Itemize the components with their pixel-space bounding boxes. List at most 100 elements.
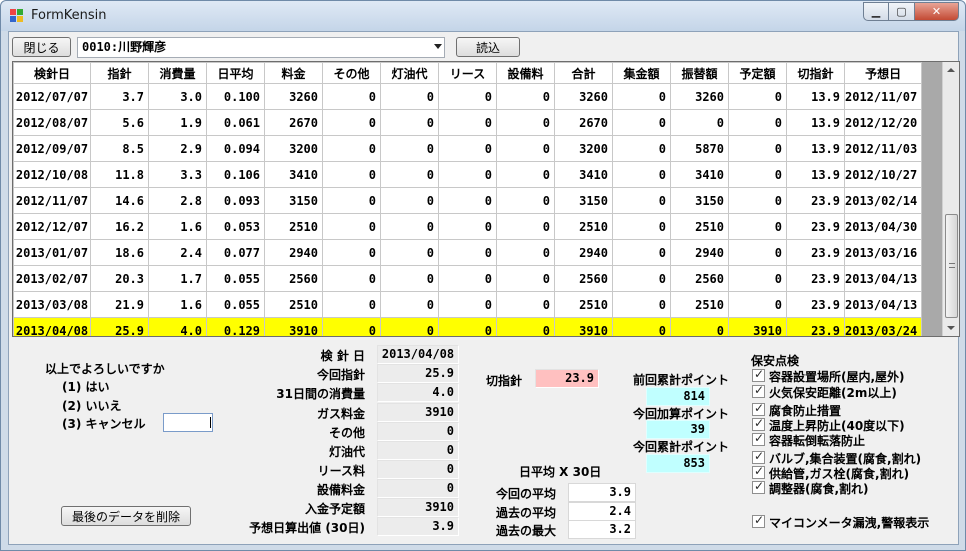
table-cell[interactable]: 23.9 [786,213,845,240]
table-cell[interactable]: 0 [670,109,729,136]
table-cell[interactable]: 2510 [670,291,729,318]
table-cell[interactable]: 0 [612,239,671,266]
table-cell[interactable]: 13.9 [786,109,845,136]
table-cell[interactable]: 0.106 [206,161,265,188]
table-cell[interactable]: 23.9 [786,265,845,292]
table-cell[interactable]: 0 [380,83,439,110]
safety-checkbox[interactable] [752,431,765,446]
vertical-scrollbar[interactable] [942,62,959,336]
table-cell[interactable]: 3410 [264,161,323,188]
table-cell[interactable]: 0 [380,291,439,318]
column-header[interactable]: 設備料 [496,62,555,84]
table-cell[interactable]: 3200 [264,135,323,162]
table-cell[interactable]: 21.9 [90,291,149,318]
table-cell[interactable]: 0 [322,239,381,266]
column-header[interactable]: 消費量 [148,62,207,84]
table-cell[interactable]: 0 [380,317,439,336]
table-cell[interactable]: 2013/04/08 [13,317,91,336]
table-cell[interactable]: 2013/04/13 [843,265,923,292]
table-cell[interactable]: 0.055 [206,265,265,292]
table-cell[interactable]: 2.8 [148,187,207,214]
table-cell[interactable]: 0 [438,83,497,110]
table-row[interactable]: 2013/04/08 25.9 4.0 0.129 3910 0 0 0 0 3910 0 0 3910… [13,317,923,336]
table-cell[interactable]: 2012/10/08 [13,161,91,188]
table-cell[interactable]: 0.093 [206,187,265,214]
table-cell[interactable]: 1.6 [148,213,207,240]
table-cell[interactable]: 3.3 [148,161,207,188]
table-cell[interactable]: 2560 [554,265,613,292]
table-cell[interactable]: 0 [438,109,497,136]
maximize-button[interactable]: ▢ [889,2,915,21]
table-cell[interactable]: 2510 [554,291,613,318]
table-row[interactable]: 2013/01/07 18.6 2.4 0.077 2940 0 0 0 0 2940 0 2940 0… [13,239,923,266]
table-cell[interactable]: 2560 [670,265,729,292]
table-cell[interactable]: 23.9 [786,239,845,266]
table-cell[interactable]: 0 [728,265,787,292]
table-row[interactable]: 2012/10/08 11.8 3.3 0.106 3410 0 0 0 0 3410 0 3410 0… [13,161,923,188]
table-cell[interactable]: 3150 [264,187,323,214]
column-header[interactable]: 検針日 [13,62,91,84]
table-cell[interactable]: 20.3 [90,265,149,292]
table-cell[interactable]: 0 [612,317,671,336]
safety-checkbox[interactable] [752,464,765,479]
table-cell[interactable]: 2013/03/08 [13,291,91,318]
safety-checkbox[interactable] [752,383,765,398]
table-cell[interactable]: 2013/04/30 [843,213,923,240]
column-header[interactable]: 予想日 [843,62,923,84]
table-cell[interactable]: 3910 [728,317,787,336]
table-cell[interactable]: 0 [612,161,671,188]
column-header[interactable]: 集金額 [612,62,671,84]
table-cell[interactable]: 2.4 [148,239,207,266]
table-cell[interactable]: 2560 [264,265,323,292]
table-row[interactable]: 2012/09/07 8.5 2.9 0.094 3200 0 0 0 0 3200 0 5870 0 1… [13,135,923,162]
table-cell[interactable]: 0 [322,187,381,214]
table-cell[interactable]: 0 [728,213,787,240]
table-cell[interactable]: 3260 [554,83,613,110]
table-cell[interactable]: 2013/03/16 [843,239,923,266]
table-cell[interactable]: 2012/12/07 [13,213,91,240]
table-cell[interactable]: 3200 [554,135,613,162]
table-cell[interactable]: 2012/11/07 [13,187,91,214]
table-cell[interactable]: 0 [438,291,497,318]
table-cell[interactable]: 2510 [264,213,323,240]
table-cell[interactable]: 0 [612,135,671,162]
table-cell[interactable]: 0 [380,109,439,136]
table-cell[interactable]: 0.129 [206,317,265,336]
table-cell[interactable]: 2013/02/14 [843,187,923,214]
column-header[interactable]: 振替額 [670,62,729,84]
table-row[interactable]: 2012/07/07 3.7 3.0 0.100 3260 0 0 0 0 3260 0 3260 0 1… [13,83,923,110]
table-cell[interactable]: 0 [496,265,555,292]
table-cell[interactable]: 0 [612,187,671,214]
table-cell[interactable]: 2012/12/20 [843,109,923,136]
table-cell[interactable]: 0 [322,161,381,188]
table-cell[interactable]: 2940 [264,239,323,266]
table-cell[interactable]: 0 [496,317,555,336]
customer-select[interactable]: 0010:川野輝彦 [77,37,445,58]
table-cell[interactable]: 3910 [554,317,613,336]
table-cell[interactable]: 0 [380,239,439,266]
table-cell[interactable]: 0 [438,135,497,162]
table-cell[interactable]: 2670 [264,109,323,136]
table-cell[interactable]: 23.9 [786,291,845,318]
table-cell[interactable]: 0 [496,187,555,214]
table-cell[interactable]: 23.9 [786,187,845,214]
table-cell[interactable]: 0 [496,83,555,110]
table-cell[interactable]: 4.0 [148,317,207,336]
table-cell[interactable]: 2940 [670,239,729,266]
confirm-input[interactable] [163,413,213,432]
table-cell[interactable]: 2013/03/24 [843,317,923,336]
table-cell[interactable]: 13.9 [786,83,845,110]
table-cell[interactable]: 2012/11/07 [843,83,923,110]
safety-checkbox[interactable] [752,416,765,431]
table-cell[interactable]: 0 [612,213,671,240]
table-cell[interactable]: 3260 [264,83,323,110]
table-cell[interactable]: 3.7 [90,83,149,110]
table-cell[interactable]: 14.6 [90,187,149,214]
table-cell[interactable]: 0 [380,135,439,162]
table-cell[interactable]: 0 [728,187,787,214]
table-cell[interactable]: 0 [438,239,497,266]
table-cell[interactable]: 0 [612,291,671,318]
table-cell[interactable]: 0 [380,213,439,240]
table-cell[interactable]: 0 [496,291,555,318]
table-cell[interactable]: 13.9 [786,135,845,162]
